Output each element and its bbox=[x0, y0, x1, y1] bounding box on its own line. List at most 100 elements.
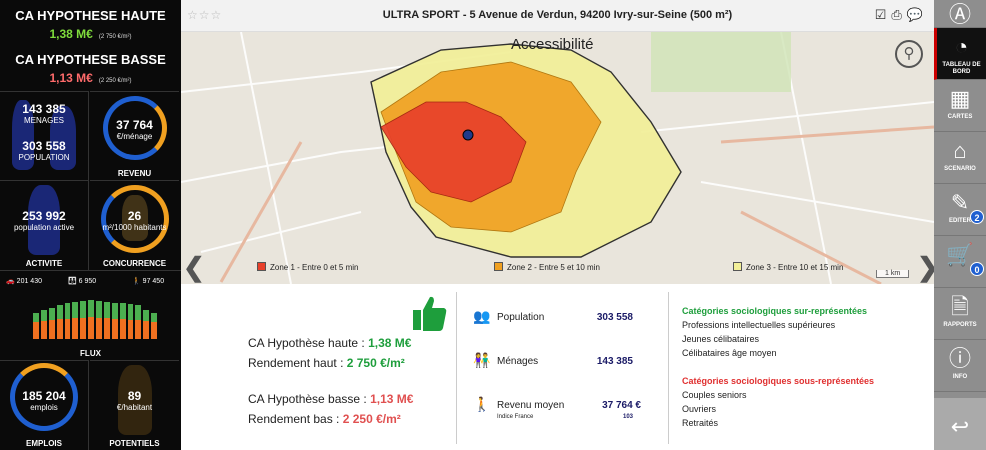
gauge-icon: ◔ bbox=[954, 34, 969, 59]
flux-bar-orange bbox=[72, 317, 79, 339]
flux-bar-orange bbox=[96, 317, 102, 339]
info-icon: ⓘ bbox=[948, 346, 971, 371]
under-item-1: Couples seniors bbox=[682, 390, 747, 400]
legend-zone-2: Zone 2 - Entre 5 et 10 min bbox=[494, 262, 600, 272]
concurrence-sub: m²/1000 habitants bbox=[102, 223, 167, 232]
top-bar: ☆☆☆ ULTRA SPORT - 5 Avenue de Verdun, 94… bbox=[181, 0, 934, 32]
flux-bar-orange bbox=[40, 320, 47, 339]
concurrence-label: CONCURRENCE bbox=[102, 259, 167, 268]
flux-bar-orange bbox=[88, 317, 94, 339]
rendement-high: Rendement haut : 2 750 €/m² bbox=[248, 356, 405, 370]
flux-bar-orange bbox=[119, 318, 126, 339]
menages-cell[interactable]: 143 385 MENAGES 303 558 POPULATION bbox=[0, 91, 89, 180]
rendement-high-value: 2 750 €/m² bbox=[346, 356, 405, 370]
stat-menages-value: 143 385 bbox=[596, 356, 633, 367]
kpi-panel: CA HYPOTHESE HAUTE 1,38 M€ (2 750 €/m²) C… bbox=[0, 0, 181, 450]
under-item-3: Retraités bbox=[682, 418, 719, 428]
store-icon: ⌂ bbox=[953, 138, 967, 163]
over-represented-title: Catégories sociologiques sur-représentée… bbox=[682, 306, 868, 316]
population-label: POPULATION bbox=[18, 153, 70, 162]
over-item-2: Jeunes célibataires bbox=[682, 334, 760, 344]
revenu-value: 37 764 bbox=[116, 118, 153, 132]
ca-low-value: 1,13 M€ bbox=[370, 392, 414, 406]
hypothesis-high: CA HYPOTHESE HAUTE 1,38 M€ (2 750 €/m²) bbox=[0, 8, 181, 43]
pdf-icon: 🗎 bbox=[951, 294, 969, 319]
activite-cell[interactable]: 253 992 population active ACTIVITE bbox=[0, 180, 89, 270]
over-item-3: Célibataires âge moyen bbox=[682, 348, 777, 358]
map-title: Accessibilité bbox=[511, 36, 594, 53]
flux-bar-orange bbox=[143, 320, 150, 339]
flux-cell[interactable]: 🚗 201 430 👪 6 950 🚶 97 450 FLUX bbox=[0, 270, 181, 360]
flux-label: FLUX bbox=[80, 349, 101, 358]
potentiels-label: POTENTIELS bbox=[109, 439, 160, 448]
rendement-low: Rendement bas : 2 250 €/m² bbox=[248, 412, 401, 426]
walk-icon: 🚶 bbox=[132, 278, 141, 285]
legend-zone-3: Zone 3 - Entre 10 et 15 min bbox=[733, 262, 843, 272]
rendement-low-value: 2 250 €/m² bbox=[342, 412, 401, 426]
flux-bar-orange bbox=[64, 318, 71, 339]
accessibility-map[interactable]: Accessibilité ⚲ ❮ ❯ Zone 1 - Entre 0 et … bbox=[181, 32, 934, 284]
flux-bar-orange bbox=[135, 319, 142, 339]
sidebar-item-cartes[interactable]: ▦ CARTES bbox=[934, 80, 986, 132]
revenu-unit: €/ménage bbox=[116, 132, 153, 141]
map-icon: ▦ bbox=[949, 86, 971, 111]
editer-badge: 2 bbox=[970, 210, 984, 224]
sidebar-item-cart[interactable]: 🛒 0 bbox=[934, 236, 986, 288]
activite-label: ACTIVITE bbox=[25, 259, 63, 268]
concurrence-value: 26 bbox=[127, 209, 142, 223]
hyp-low-title: CA HYPOTHESE BASSE bbox=[15, 52, 166, 67]
comment-icon[interactable]: 💬 bbox=[907, 7, 928, 22]
hyp-low-value: 1,13 M€ bbox=[49, 71, 93, 85]
emplois-sub: emplois bbox=[30, 403, 58, 412]
hyp-high-sub: (2 750 €/m²) bbox=[98, 34, 132, 40]
ca-high: CA Hypothèse haute : 1,38 M€ bbox=[248, 336, 412, 350]
flux-bar-orange bbox=[48, 319, 55, 339]
map-canvas bbox=[181, 32, 934, 284]
next-arrow-icon[interactable]: ❯ bbox=[917, 252, 934, 283]
revenu-cell[interactable]: 37 764 €/ménage REVENU bbox=[90, 91, 179, 180]
potentiels-value: 89 bbox=[127, 389, 142, 403]
emplois-label: EMPLOIS bbox=[25, 439, 62, 448]
revenu-label: REVENU bbox=[117, 169, 152, 178]
menages-label: MENAGES bbox=[23, 116, 64, 125]
ca-low: CA Hypothèse basse : 1,13 M€ bbox=[248, 392, 414, 406]
flux-walk: 97 450 bbox=[142, 278, 165, 285]
people-icon: 👪 bbox=[68, 278, 77, 285]
sidebar-item-scenario[interactable]: ⌂ SCENARIO bbox=[934, 132, 986, 184]
sidebar-item-rapports[interactable]: 🗎 RAPPORTS bbox=[934, 288, 986, 340]
summary-section: CA Hypothèse haute : 1,38 M€ Rendement h… bbox=[181, 284, 934, 450]
flux-bar-orange bbox=[127, 319, 134, 339]
checklist-icon[interactable]: ☑ bbox=[875, 7, 892, 22]
flux-bar-orange bbox=[103, 318, 110, 339]
stat-population-label: Population bbox=[497, 312, 545, 323]
sidebar-item-editer[interactable]: ✎ EDITER 2 bbox=[934, 184, 986, 236]
user-button[interactable]: Ⓐ bbox=[934, 0, 986, 28]
emplois-cell[interactable]: 185 204 emplois EMPLOIS bbox=[0, 360, 89, 450]
sidebar-item-tableau-de-bord[interactable]: ◔ TABLEAU DE BORD bbox=[934, 28, 986, 80]
back-arrow-icon: ↩ bbox=[950, 414, 970, 439]
emplois-value: 185 204 bbox=[22, 389, 66, 403]
population-icon: 👥 bbox=[473, 308, 491, 324]
stat-menages-label: Ménages bbox=[497, 356, 539, 367]
concurrence-cell[interactable]: 26 m²/1000 habitants CONCURRENCE bbox=[90, 180, 179, 270]
ca-high-value: 1,38 M€ bbox=[368, 336, 412, 350]
income-icon: 🚶 bbox=[473, 396, 491, 412]
flux-bar-orange bbox=[151, 321, 157, 339]
flux-people: 6 950 bbox=[78, 278, 97, 285]
hyp-high-value: 1,38 M€ bbox=[49, 27, 93, 41]
map-search-icon[interactable]: ⚲ bbox=[895, 40, 923, 68]
sidebar-item-info[interactable]: ⓘ INFO bbox=[934, 340, 986, 392]
user-icon: Ⓐ bbox=[948, 2, 971, 27]
prev-arrow-icon[interactable]: ❮ bbox=[183, 252, 205, 283]
back-button[interactable]: ↩ bbox=[934, 398, 986, 450]
menages-value: 143 385 bbox=[22, 102, 66, 116]
store-location-marker bbox=[462, 129, 474, 141]
potentiels-cell[interactable]: 89 €/habitant POTENTIELS bbox=[90, 360, 179, 450]
over-item-1: Professions intellectuelles supérieures bbox=[682, 320, 836, 330]
population-value: 303 558 bbox=[22, 139, 66, 153]
hypothesis-low: CA HYPOTHESE BASSE 1,13 M€ (2 250 €/m²) bbox=[0, 52, 181, 87]
flux-bar-orange bbox=[33, 322, 39, 339]
share-icon[interactable]: ⎙ bbox=[891, 7, 906, 22]
under-item-2: Ouvriers bbox=[682, 404, 717, 414]
car-icon: 🚗 bbox=[6, 278, 15, 285]
